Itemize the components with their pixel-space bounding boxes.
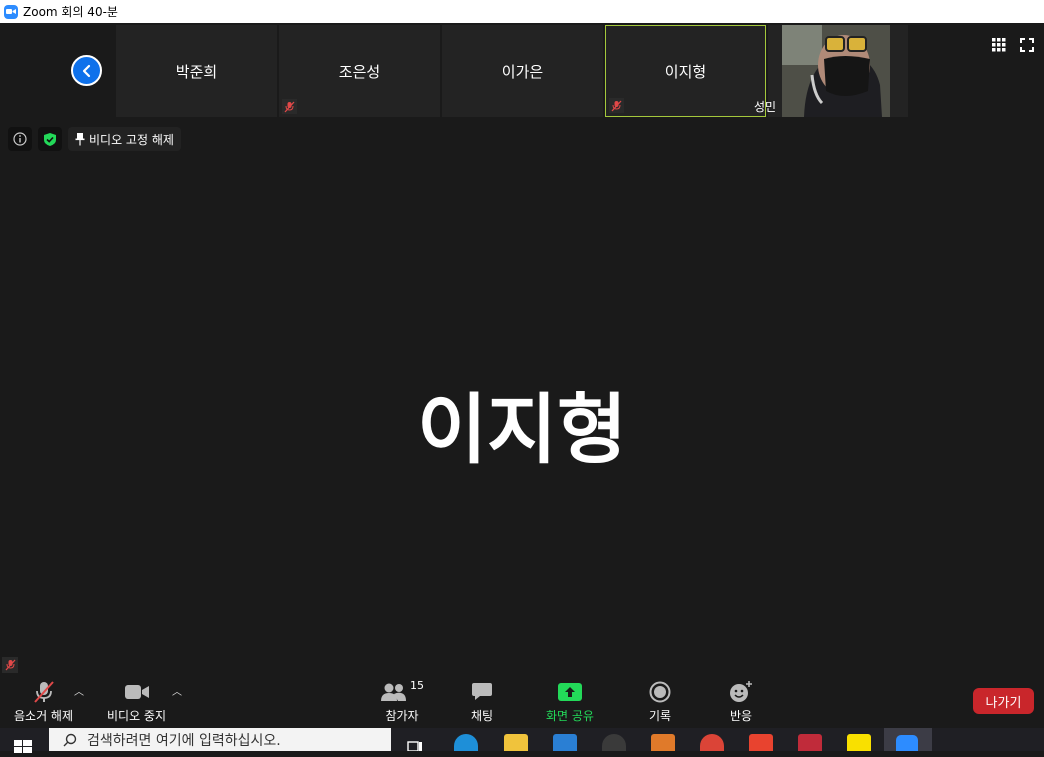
- game-app-icon[interactable]: [798, 734, 822, 751]
- participant-thumbnail-strip: 박준희 조은성 이가은 이지형 성민: [116, 25, 910, 117]
- file-explorer-icon[interactable]: [504, 734, 528, 751]
- window-title: Zoom 회의 40-분: [23, 5, 118, 19]
- stop-video-label: 비디오 중지: [107, 709, 167, 723]
- view-controls: [992, 37, 1034, 56]
- camera-app-icon[interactable]: [602, 734, 626, 751]
- participants-icon: 15: [380, 679, 424, 705]
- encryption-shield-button[interactable]: [38, 127, 62, 151]
- chrome-browser-icon[interactable]: [700, 734, 724, 751]
- mail-icon[interactable]: [553, 734, 577, 751]
- gallery-view-icon[interactable]: [992, 37, 1006, 56]
- participant-tile[interactable]: 박준희: [116, 25, 277, 117]
- participant-name: 박준희: [175, 62, 218, 81]
- chat-label: 채팅: [471, 709, 494, 723]
- mic-muted-icon: [282, 99, 297, 114]
- task-view-icon[interactable]: [406, 734, 430, 752]
- record-button[interactable]: 기록: [649, 679, 671, 724]
- participant-name: 조은성: [338, 62, 381, 81]
- share-screen-label: 화면 공유: [546, 709, 594, 723]
- meeting-info-button[interactable]: [8, 127, 32, 151]
- mic-muted-icon: [32, 679, 56, 705]
- windows-taskbar: 검색하려면 여기에 입력하십시오.: [0, 728, 1044, 753]
- reactions-button[interactable]: 반응: [729, 679, 753, 724]
- record-icon: [649, 679, 671, 705]
- edge-browser-icon[interactable]: [454, 734, 478, 751]
- participant-tile-active-speaker[interactable]: 이지형: [605, 25, 766, 117]
- fullscreen-icon[interactable]: [1020, 37, 1034, 56]
- reactions-label: 반응: [729, 709, 753, 723]
- kakaotalk-icon[interactable]: [847, 734, 871, 751]
- zoom-logo-icon: [4, 4, 18, 19]
- zoom-app-icon: [896, 735, 918, 751]
- media-player-icon[interactable]: [651, 734, 675, 751]
- video-camera-icon: [124, 679, 150, 705]
- participant-tile[interactable]: 이가은: [442, 25, 603, 117]
- search-placeholder: 검색하려면 여기에 입력하십시오.: [87, 732, 281, 749]
- chevron-left-icon: [82, 64, 90, 77]
- video-options-caret-icon[interactable]: ︿: [172, 683, 182, 698]
- previous-page-button[interactable]: [71, 55, 102, 86]
- meeting-info-bar: 비디오 고정 해제: [8, 127, 181, 151]
- participant-video-tile[interactable]: 성민: [754, 25, 908, 117]
- chat-bubble-icon: [471, 679, 493, 705]
- windows-start-icon[interactable]: [14, 738, 32, 757]
- unmute-button[interactable]: 음소거 해제: [14, 679, 73, 724]
- participant-video-feed: [782, 25, 890, 117]
- meeting-toolbar: 음소거 해제 ︿ 비디오 중지 ︿ 15 참가자 채팅 화면 공유 기록 반응 …: [0, 675, 1044, 728]
- unpin-video-label: 비디오 고정 해제: [89, 132, 174, 147]
- recording-app-icon[interactable]: [749, 734, 773, 751]
- audio-options-caret-icon[interactable]: ︿: [74, 683, 84, 698]
- record-label: 기록: [649, 709, 672, 723]
- title-bar: Zoom 회의 40-분: [0, 0, 1044, 23]
- stop-video-button[interactable]: 비디오 중지: [107, 679, 166, 724]
- active-speaker-name: 이지형: [417, 385, 627, 474]
- search-icon: [63, 733, 77, 746]
- participant-name: 이가은: [501, 62, 544, 81]
- leave-meeting-button[interactable]: 나가기: [973, 688, 1034, 714]
- zoom-taskbar-button[interactable]: [884, 728, 932, 751]
- emoji-reaction-icon: [729, 679, 753, 705]
- participant-tile[interactable]: 조은성: [279, 25, 440, 117]
- participant-name: 이지형: [664, 62, 707, 81]
- shield-check-icon: [44, 132, 56, 146]
- unmute-label: 음소거 해제: [14, 709, 74, 723]
- pin-icon: [75, 133, 85, 146]
- chat-button[interactable]: 채팅: [471, 679, 493, 724]
- participant-name: 성민: [754, 100, 777, 114]
- participants-label: 참가자: [385, 709, 419, 723]
- participants-count: 15: [410, 679, 424, 692]
- taskbar-search-box[interactable]: 검색하려면 여기에 입력하십시오.: [49, 728, 391, 751]
- share-screen-icon: [557, 679, 582, 705]
- self-mic-muted-icon: [2, 657, 18, 673]
- participants-button[interactable]: 15 참가자: [380, 679, 424, 724]
- mic-muted-icon: [609, 98, 624, 113]
- unpin-video-button[interactable]: 비디오 고정 해제: [68, 127, 181, 151]
- meeting-stage: 박준희 조은성 이가은 이지형 성민 비디오 고정 해제 이지형 음소거 해제 …: [0, 23, 1044, 728]
- info-icon: [13, 132, 27, 146]
- share-screen-button[interactable]: 화면 공유: [546, 679, 594, 724]
